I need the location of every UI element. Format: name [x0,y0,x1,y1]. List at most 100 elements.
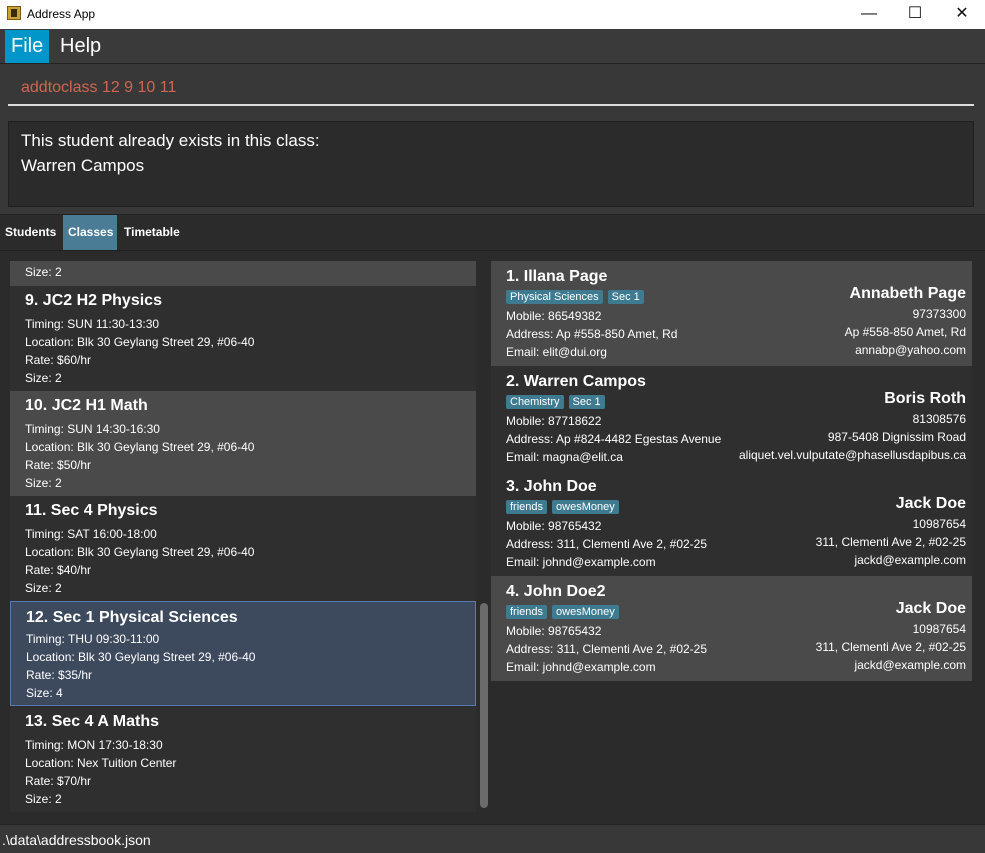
class-list-scrollbar[interactable] [480,603,488,808]
student-mobile: Mobile: 87718622 [506,414,602,428]
student-card[interactable]: 4. John Doe2 friends owesMoney Mobile: 9… [491,576,972,681]
parent-name: Annabeth Page [849,285,966,302]
class-name: 10. JC2 H1 Math [25,397,148,414]
tab-students[interactable]: Students [0,215,61,250]
class-size: Size: 2 [25,476,62,490]
student-address: Address: 311, Clementi Ave 2, #02-25 [506,642,708,656]
parent-email: jackd@example.com [854,553,966,567]
student-email: Email: johnd@example.com [506,660,656,674]
tag-list: friends owesMoney [506,605,619,619]
class-location: Location: Blk 30 Geylang Street 29, #06-… [25,545,255,559]
class-timing: Timing: MON 17:30-18:30 [25,738,163,752]
parent-address: Ap #558-850 Amet, Rd [844,325,966,339]
status-bar: .\data\addressbook.json [0,824,985,853]
class-rate: Rate: $50/hr [25,458,92,472]
tag: Sec 1 [568,395,605,409]
class-card[interactable]: 11. Sec 4 Physics Timing: SAT 16:00-18:0… [10,496,476,601]
student-card[interactable]: 2. Warren Campos Chemistry Sec 1 Mobile:… [491,366,972,471]
class-size: Size: 2 [25,265,62,279]
class-card[interactable]: 9. JC2 H2 Physics Timing: SUN 11:30-13:3… [10,286,476,391]
parent-address: 311, Clementi Ave 2, #02-25 [815,640,966,654]
parent-name: Jack Doe [895,600,966,617]
class-location: Location: Blk 30 Geylang Street 29, #06-… [26,650,256,664]
parent-name: Jack Doe [895,495,966,512]
parent-email: aliquet.vel.vulputate@phasellusdapibus.c… [739,448,966,462]
student-address: Address: Ap #558-850 Amet, Rd [506,327,678,341]
result-display: This student already exists in this clas… [8,121,974,207]
parent-phone: 97373300 [912,307,966,321]
tag: Chemistry [506,395,564,409]
student-mobile: Mobile: 98765432 [506,624,602,638]
command-area [0,64,985,114]
maximize-button[interactable]: ☐ [892,0,938,29]
class-name: 9. JC2 H2 Physics [25,292,162,309]
tag: friends [506,500,548,514]
parent-phone: 81308576 [912,412,966,426]
student-list: 1. Illana Page Physical Sciences Sec 1 M… [491,261,972,813]
parent-phone: 10987654 [912,517,966,531]
command-input[interactable] [8,72,974,106]
title-bar: Address App — ☐ ✕ [0,0,985,29]
menu-bar: File Help [0,29,985,64]
minimize-button[interactable]: — [846,0,892,29]
student-email: Email: johnd@example.com [506,555,656,569]
student-name: 3. John Doe [506,478,597,495]
student-address: Address: Ap #824-4482 Egestas Avenue [506,432,722,446]
tag: Physical Sciences [506,290,603,304]
class-size: Size: 4 [26,686,63,700]
parent-address: 987-5408 Dignissim Road [827,430,966,444]
parent-phone: 10987654 [912,622,966,636]
tag: owesMoney [552,605,619,619]
class-size: Size: 2 [25,792,62,806]
app-icon [7,6,21,20]
class-rate: Rate: $60/hr [25,353,92,367]
tag: Sec 1 [607,290,644,304]
class-size: Size: 2 [25,581,62,595]
student-email: Email: magna@elit.ca [506,450,623,464]
class-size: Size: 2 [25,371,62,385]
class-location: Location: Nex Tuition Center [25,756,177,770]
parent-email: jackd@example.com [854,658,966,672]
parent-name: Boris Roth [884,390,966,407]
tab-bar: Students Classes Timetable [0,215,985,251]
student-name: 4. John Doe2 [506,583,606,600]
parent-address: 311, Clementi Ave 2, #02-25 [815,535,966,549]
result-line-1: This student already exists in this clas… [21,131,320,150]
class-name: 13. Sec 4 A Maths [25,713,159,730]
class-rate: Rate: $35/hr [26,668,93,682]
student-name: 1. Illana Page [506,268,608,285]
menu-help[interactable]: Help [54,30,107,63]
window-title: Address App [27,7,96,21]
class-location: Location: Blk 30 Geylang Street 29, #06-… [25,440,255,454]
class-timing: Timing: THU 09:30-11:00 [26,632,160,646]
student-address: Address: 311, Clementi Ave 2, #02-25 [506,537,708,551]
class-name: 11. Sec 4 Physics [25,502,158,519]
class-rate: Rate: $40/hr [25,563,92,577]
close-button[interactable]: ✕ [939,0,985,29]
student-card[interactable]: 1. Illana Page Physical Sciences Sec 1 M… [491,261,972,366]
class-timing: Timing: SUN 11:30-13:30 [25,317,160,331]
class-card[interactable]: 10. JC2 H1 Math Timing: SUN 14:30-16:30 … [10,391,476,496]
class-location: Location: Blk 30 Geylang Street 29, #06-… [25,335,255,349]
tag-list: Chemistry Sec 1 [506,395,605,409]
tab-classes[interactable]: Classes [63,215,117,250]
menu-file[interactable]: File [5,30,50,63]
student-mobile: Mobile: 86549382 [506,309,602,323]
student-mobile: Mobile: 98765432 [506,519,602,533]
class-timing: Timing: SUN 14:30-16:30 [25,422,160,436]
tab-timetable[interactable]: Timetable [119,215,185,250]
class-card-selected[interactable]: 12. Sec 1 Physical Sciences Timing: THU … [10,601,476,706]
class-rate: Rate: $70/hr [25,774,92,788]
student-card[interactable]: 3. John Doe friends owesMoney Mobile: 98… [491,471,972,576]
tag: owesMoney [552,500,619,514]
class-card[interactable]: 13. Sec 4 A Maths Timing: MON 17:30-18:3… [10,707,476,812]
class-card[interactable]: Size: 2 [10,261,476,286]
class-timing: Timing: SAT 16:00-18:00 [25,527,157,541]
result-area: This student already exists in this clas… [0,114,985,216]
result-line-2: Warren Campos [21,156,145,175]
save-location: .\data\addressbook.json [2,832,151,848]
student-email: Email: elit@dui.org [506,345,607,359]
class-list: Size: 2 9. JC2 H2 Physics Timing: SUN 11… [10,261,476,813]
tag-list: friends owesMoney [506,500,619,514]
tag: friends [506,605,548,619]
